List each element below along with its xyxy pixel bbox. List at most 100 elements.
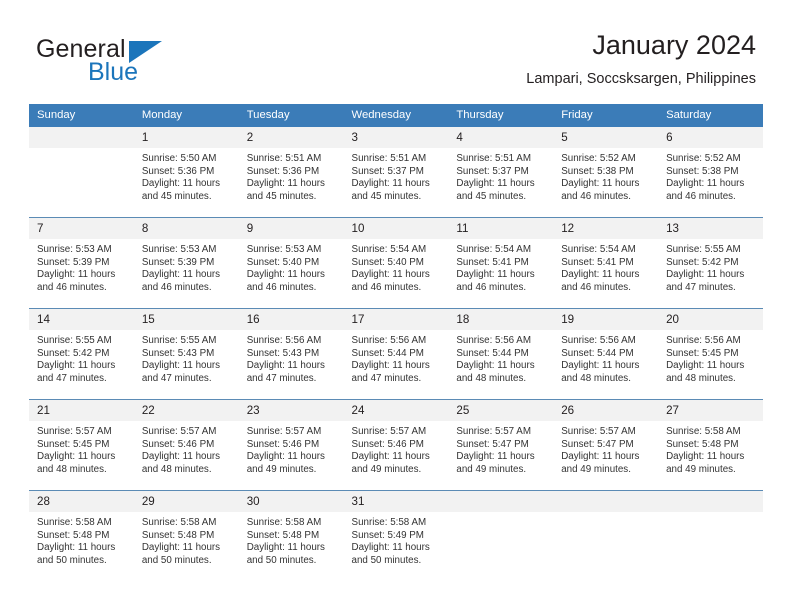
day-number: 25 bbox=[448, 400, 554, 421]
calendar-day-cell[interactable]: 5 Sunrise: 5:52 AM Sunset: 5:38 PM Daylight… bbox=[553, 127, 659, 218]
sunset-time: Sunset: 5:49 PM bbox=[351, 529, 424, 541]
calendar-day-cell[interactable]: 24 Sunrise: 5:57 AM Sunset: 5:46 PM Dayligh… bbox=[343, 399, 449, 491]
calendar-day-cell[interactable]: 4 Sunrise: 5:51 AM Sunset: 5:37 PM Daylight… bbox=[448, 127, 554, 218]
daylight-duration-cont: and 47 minutes. bbox=[141, 372, 212, 384]
calendar-day-cell[interactable]: 3 Sunrise: 5:51 AM Sunset: 5:37 PM Daylight… bbox=[343, 127, 449, 218]
sunset-time: Sunset: 5:40 PM bbox=[246, 256, 320, 268]
day-number: 31 bbox=[343, 491, 449, 512]
day-number: 18 bbox=[448, 309, 554, 330]
calendar-day-cell[interactable]: 14 Sunrise: 5:55 AM Sunset: 5:42 PM Dayligh… bbox=[29, 308, 134, 400]
calendar-day-cell[interactable]: 18 Sunrise: 5:56 AM Sunset: 5:44 PM Dayligh… bbox=[448, 308, 554, 400]
calendar-day-cell[interactable]: 13 Sunrise: 5:55 AM Sunset: 5:42 PM Dayligh… bbox=[658, 217, 763, 309]
sunrise-time: Sunrise: 5:57 AM bbox=[141, 426, 217, 437]
day-details: Sunrise: 5:51 AM Sunset: 5:37 PM Daylight:… bbox=[344, 148, 449, 203]
day-details: Sunrise: 5:57 AM Sunset: 5:46 PM Daylight:… bbox=[344, 421, 449, 476]
sunrise-time: Sunrise: 5:57 AM bbox=[456, 426, 531, 437]
calendar-week-row: 1 Sunrise: 5:50 AM Sunset: 5:36 PM Daylight… bbox=[29, 127, 763, 218]
daylight-duration-cont: and 48 minutes. bbox=[37, 463, 107, 475]
sunset-time: Sunset: 5:38 PM bbox=[561, 165, 634, 177]
calendar-day-cell[interactable]: 12 Sunrise: 5:54 AM Sunset: 5:41 PM Dayligh… bbox=[553, 217, 659, 309]
page-subtitle: Lampari, Soccsksargen, Philippines bbox=[526, 71, 756, 87]
daylight-duration-cont: and 49 minutes. bbox=[561, 463, 631, 475]
daylight-duration-cont: and 46 minutes. bbox=[561, 190, 631, 202]
sunset-time: Sunset: 5:48 PM bbox=[246, 529, 320, 541]
calendar-header-row: Sunday Monday Tuesday Wednesday Thursday Frid… bbox=[29, 104, 763, 127]
daylight-duration: Daylight: 11 hours bbox=[561, 451, 640, 463]
calendar-day-cell[interactable]: 16 Sunrise: 5:56 AM Sunset: 5:43 PM Dayligh… bbox=[238, 308, 344, 400]
calendar-day-cell[interactable]: 11 Sunrise: 5:54 AM Sunset: 5:41 PM Dayligh… bbox=[448, 217, 554, 309]
calendar-day-cell[interactable]: 17 Sunrise: 5:56 AM Sunset: 5:44 PM Dayligh… bbox=[343, 308, 449, 400]
calendar-day-cell[interactable]: 19 Sunrise: 5:56 AM Sunset: 5:44 PM Dayligh… bbox=[553, 308, 659, 400]
calendar-day-cell[interactable]: 8 Sunrise: 5:53 AM Sunset: 5:39 PM Daylight… bbox=[133, 217, 239, 309]
calendar-day-cell[interactable]: 1 Sunrise: 5:50 AM Sunset: 5:36 PM Daylight… bbox=[133, 127, 239, 218]
sunrise-time: Sunrise: 5:56 AM bbox=[351, 335, 427, 346]
daylight-duration: Daylight: 11 hours bbox=[141, 542, 221, 554]
daylight-duration: Daylight: 11 hours bbox=[351, 451, 430, 463]
daylight-duration: Daylight: 11 hours bbox=[456, 451, 535, 463]
calendar-day-cell-empty bbox=[29, 127, 134, 218]
day-details: Sunrise: 5:52 AM Sunset: 5:38 PM Daylight:… bbox=[553, 148, 658, 203]
sunrise-time: Sunrise: 5:58 AM bbox=[351, 517, 427, 528]
daylight-duration-cont: and 49 minutes. bbox=[246, 463, 317, 475]
sunrise-time: Sunrise: 5:56 AM bbox=[666, 335, 741, 346]
general-blue-logo: General Blue bbox=[36, 35, 236, 87]
day-details: Sunrise: 5:56 AM Sunset: 5:44 PM Daylight:… bbox=[448, 330, 553, 385]
calendar-day-cell[interactable]: 6 Sunrise: 5:52 AM Sunset: 5:38 PM Daylight… bbox=[658, 127, 763, 218]
sunrise-time: Sunrise: 5:56 AM bbox=[246, 335, 322, 346]
calendar-day-cell[interactable]: 25 Sunrise: 5:57 AM Sunset: 5:47 PM Dayligh… bbox=[448, 399, 554, 491]
day-details: Sunrise: 5:57 AM Sunset: 5:47 PM Daylight:… bbox=[448, 421, 553, 476]
calendar-day-cell[interactable]: 20 Sunrise: 5:56 AM Sunset: 5:45 PM Dayligh… bbox=[658, 308, 763, 400]
weekday-header-tuesday: Tuesday bbox=[238, 104, 344, 127]
day-details: Sunrise: 5:58 AM Sunset: 5:48 PM Daylight:… bbox=[658, 421, 763, 476]
calendar-day-cell[interactable]: 29 Sunrise: 5:58 AM Sunset: 5:48 PM Dayligh… bbox=[133, 490, 239, 581]
calendar-day-cell[interactable]: 23 Sunrise: 5:57 AM Sunset: 5:46 PM Dayligh… bbox=[238, 399, 344, 491]
sunrise-time: Sunrise: 5:53 AM bbox=[246, 244, 322, 255]
daylight-duration-cont: and 50 minutes. bbox=[351, 554, 422, 566]
calendar-day-cell[interactable]: 9 Sunrise: 5:53 AM Sunset: 5:40 PM Daylight… bbox=[238, 217, 344, 309]
calendar-grid: Sunday Monday Tuesday Wednesday Thursday Frid… bbox=[29, 104, 763, 581]
daylight-duration-cont: and 50 minutes. bbox=[37, 554, 107, 566]
sunrise-time: Sunrise: 5:57 AM bbox=[37, 426, 112, 437]
daylight-duration-cont: and 46 minutes. bbox=[141, 281, 212, 293]
day-number: 30 bbox=[238, 491, 344, 512]
calendar-day-cell[interactable]: 28 Sunrise: 5:58 AM Sunset: 5:48 PM Dayligh… bbox=[29, 490, 134, 581]
daylight-duration: Daylight: 11 hours bbox=[37, 269, 116, 281]
calendar-day-cell-empty bbox=[448, 490, 554, 581]
daylight-duration-cont: and 49 minutes. bbox=[666, 463, 736, 475]
daylight-duration-cont: and 46 minutes. bbox=[561, 281, 631, 293]
sunset-time: Sunset: 5:43 PM bbox=[246, 347, 320, 359]
day-details: Sunrise: 5:55 AM Sunset: 5:42 PM Daylight:… bbox=[658, 239, 763, 294]
sunrise-time: Sunrise: 5:58 AM bbox=[246, 517, 322, 528]
sunset-time: Sunset: 5:41 PM bbox=[456, 256, 529, 268]
daylight-duration-cont: and 45 minutes. bbox=[246, 190, 317, 202]
day-number: 22 bbox=[133, 400, 239, 421]
sunset-time: Sunset: 5:36 PM bbox=[246, 165, 320, 177]
calendar-day-cell[interactable]: 21 Sunrise: 5:57 AM Sunset: 5:45 PM Dayligh… bbox=[29, 399, 134, 491]
day-number: 26 bbox=[553, 400, 659, 421]
calendar-week-row: 28 Sunrise: 5:58 AM Sunset: 5:48 PM Dayligh… bbox=[29, 490, 763, 581]
daylight-duration: Daylight: 11 hours bbox=[246, 451, 325, 463]
logo-text-blue: Blue bbox=[88, 58, 139, 86]
daylight-duration-cont: and 48 minutes. bbox=[141, 463, 212, 475]
sunset-time: Sunset: 5:45 PM bbox=[37, 438, 110, 450]
day-details: Sunrise: 5:55 AM Sunset: 5:43 PM Daylight:… bbox=[134, 330, 239, 385]
calendar-day-cell[interactable]: 31 Sunrise: 5:58 AM Sunset: 5:49 PM Dayligh… bbox=[343, 490, 449, 581]
calendar-day-cell[interactable]: 2 Sunrise: 5:51 AM Sunset: 5:36 PM Daylight… bbox=[238, 127, 344, 218]
sunrise-time: Sunrise: 5:57 AM bbox=[561, 426, 636, 437]
day-details: Sunrise: 5:51 AM Sunset: 5:36 PM Daylight:… bbox=[239, 148, 344, 203]
day-details: Sunrise: 5:58 AM Sunset: 5:49 PM Daylight:… bbox=[344, 512, 449, 567]
calendar-day-cell[interactable]: 30 Sunrise: 5:58 AM Sunset: 5:48 PM Dayligh… bbox=[238, 490, 344, 581]
calendar-day-cell[interactable]: 10 Sunrise: 5:54 AM Sunset: 5:40 PM Dayligh… bbox=[343, 217, 449, 309]
calendar-day-cell[interactable]: 26 Sunrise: 5:57 AM Sunset: 5:47 PM Dayligh… bbox=[553, 399, 659, 491]
calendar-day-cell[interactable]: 15 Sunrise: 5:55 AM Sunset: 5:43 PM Dayligh… bbox=[133, 308, 239, 400]
sunrise-time: Sunrise: 5:56 AM bbox=[456, 335, 531, 346]
daylight-duration-cont: and 46 minutes. bbox=[456, 281, 527, 293]
sunrise-time: Sunrise: 5:52 AM bbox=[666, 153, 741, 164]
day-details: Sunrise: 5:55 AM Sunset: 5:42 PM Daylight:… bbox=[29, 330, 134, 385]
calendar-day-cell[interactable]: 7 Sunrise: 5:53 AM Sunset: 5:39 PM Daylight… bbox=[29, 217, 134, 309]
calendar-day-cell[interactable]: 22 Sunrise: 5:57 AM Sunset: 5:46 PM Dayligh… bbox=[133, 399, 239, 491]
daylight-duration-cont: and 45 minutes. bbox=[351, 190, 422, 202]
calendar-day-cell[interactable]: 27 Sunrise: 5:58 AM Sunset: 5:48 PM Dayligh… bbox=[658, 399, 763, 491]
day-number: 27 bbox=[658, 400, 763, 421]
weekday-header-saturday: Saturday bbox=[658, 104, 763, 127]
